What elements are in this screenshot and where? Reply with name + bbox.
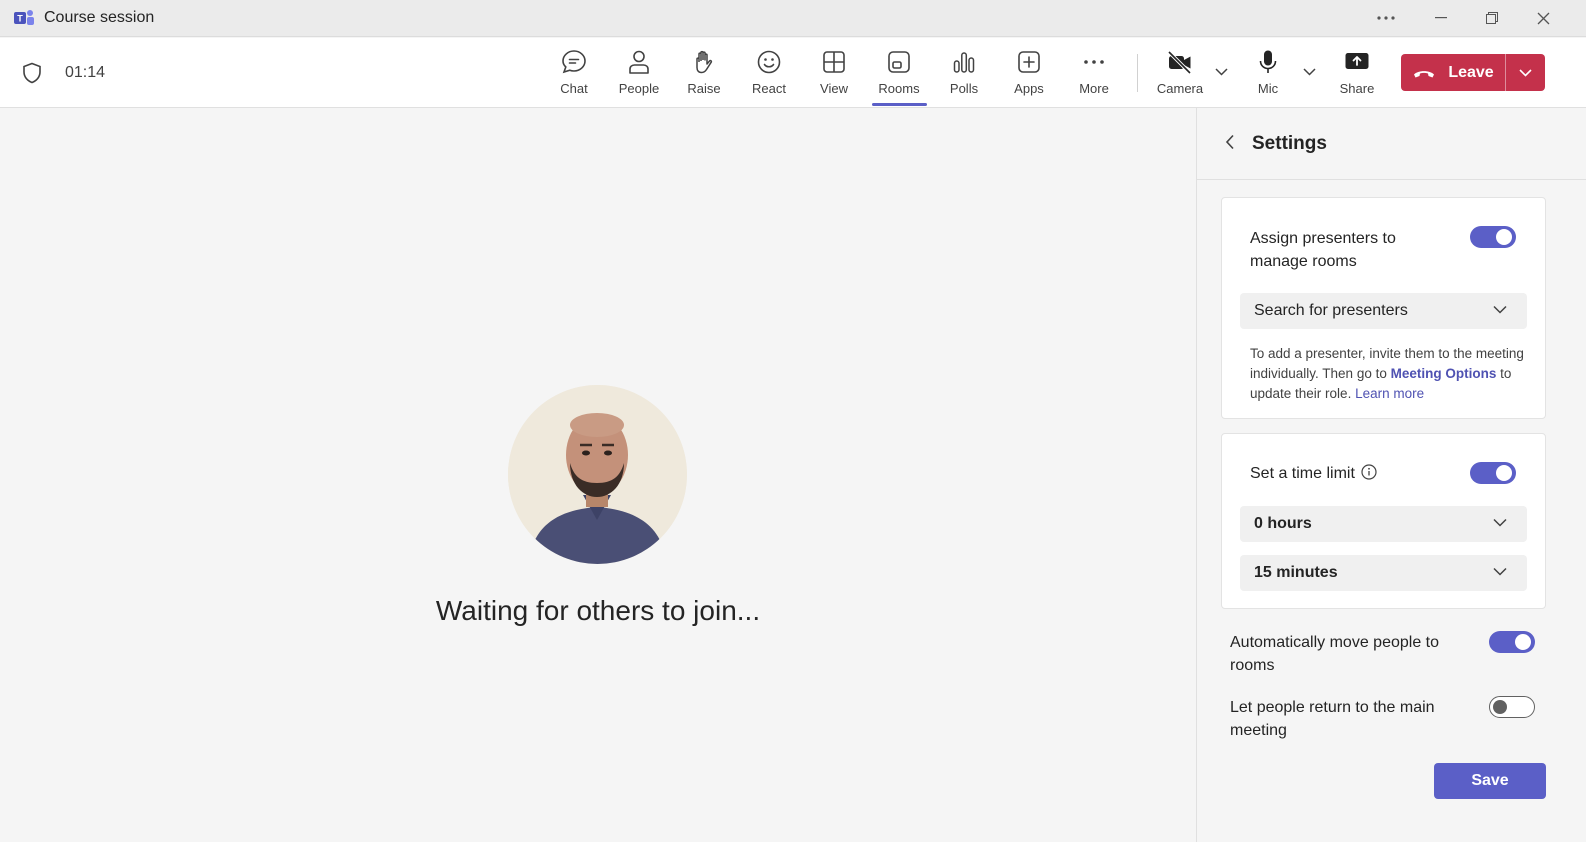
assign-presenters-card: Assign presenters to manage rooms Search…	[1221, 197, 1546, 419]
shield-icon[interactable]	[22, 62, 42, 84]
auto-move-label: Automatically move people to rooms	[1230, 634, 1439, 674]
mic-label: Mic	[1257, 81, 1279, 96]
people-label: People	[618, 81, 660, 96]
svg-text:T: T	[17, 14, 23, 24]
camera-button[interactable]: Camera	[1148, 48, 1212, 104]
save-button[interactable]: Save	[1434, 763, 1546, 799]
hours-dropdown[interactable]: 0 hours	[1240, 506, 1527, 542]
participant-photo	[508, 385, 687, 564]
time-limit-toggle[interactable]	[1470, 462, 1516, 484]
share-icon	[1345, 53, 1369, 69]
view-button[interactable]: View	[802, 48, 866, 104]
camera-off-icon	[1167, 50, 1192, 75]
assign-presenters-label: Assign presenters to manage rooms	[1250, 230, 1396, 270]
mic-options-chevron-icon[interactable]	[1303, 68, 1316, 76]
mic-button[interactable]: Mic	[1236, 48, 1300, 104]
view-grid-icon	[823, 51, 845, 73]
react-button[interactable]: React	[737, 48, 801, 104]
people-button[interactable]: People	[607, 48, 671, 104]
chevron-down-icon	[1493, 305, 1507, 314]
title-bar: T Course session	[0, 0, 1586, 37]
toggle-knob	[1496, 229, 1512, 245]
more-label: More	[1079, 81, 1109, 96]
presenter-help-text: To add a presenter, invite them to the m…	[1250, 344, 1525, 404]
restore-icon[interactable]	[1472, 5, 1512, 31]
minutes-value: 15 minutes	[1254, 564, 1338, 581]
time-limit-label-row: Set a time limit	[1250, 462, 1377, 485]
back-chevron-icon[interactable]	[1225, 134, 1235, 150]
camera-label: Camera	[1156, 81, 1204, 96]
apps-button[interactable]: Apps	[997, 48, 1061, 104]
more-horizontal-icon[interactable]	[1366, 5, 1406, 31]
react-label: React	[752, 81, 786, 96]
meeting-toolbar: 01:14 Chat People Raise React View Rooms…	[0, 38, 1586, 108]
chevron-down-icon	[1493, 518, 1507, 527]
raise-hand-button[interactable]: Raise	[672, 48, 736, 104]
leave-label: Leave	[1448, 63, 1494, 81]
panel-header: Settings	[1197, 108, 1586, 180]
react-smiley-icon	[757, 50, 781, 74]
auto-move-toggle[interactable]	[1489, 631, 1535, 653]
chevron-down-icon	[1493, 567, 1507, 576]
share-button[interactable]: Share	[1325, 48, 1389, 104]
more-button[interactable]: More	[1062, 48, 1126, 104]
time-limit-card: Set a time limit 0 hours 15 minutes	[1221, 433, 1546, 609]
minutes-dropdown[interactable]: 15 minutes	[1240, 555, 1527, 591]
time-limit-label: Set a time limit	[1250, 465, 1355, 482]
toolbar-divider	[1137, 54, 1138, 92]
share-label: Share	[1339, 81, 1375, 96]
rooms-button[interactable]: Rooms	[867, 48, 931, 104]
polls-icon	[953, 52, 975, 73]
waiting-message: Waiting for others to join...	[435, 595, 761, 626]
leave-chevron-down-icon	[1519, 68, 1532, 77]
let-return-toggle[interactable]	[1489, 696, 1535, 718]
learn-more-link[interactable]: Learn more	[1355, 386, 1424, 401]
raise-hand-icon	[696, 50, 713, 74]
polls-label: Polls	[949, 81, 979, 96]
polls-button[interactable]: Polls	[932, 48, 996, 104]
close-icon[interactable]	[1523, 5, 1563, 31]
toggle-knob	[1515, 634, 1531, 650]
meeting-options-link[interactable]: Meeting Options	[1391, 366, 1497, 381]
info-icon[interactable]	[1361, 464, 1377, 480]
rooms-label: Rooms	[878, 81, 920, 96]
minimize-icon[interactable]	[1421, 5, 1461, 31]
rooms-icon	[888, 51, 910, 73]
chat-icon	[562, 50, 586, 74]
settings-panel: Settings Assign presenters to manage roo…	[1196, 108, 1586, 842]
panel-title: Settings	[1252, 133, 1327, 154]
hours-value: 0 hours	[1254, 515, 1312, 532]
toggle-knob	[1493, 700, 1507, 714]
assign-presenters-toggle[interactable]	[1470, 226, 1516, 248]
window-title: Course session	[44, 9, 155, 26]
hang-up-icon	[1414, 70, 1435, 77]
let-return-label: Let people return to the main meeting	[1230, 699, 1435, 739]
apps-icon	[1018, 51, 1040, 73]
people-icon	[629, 50, 649, 74]
view-label: View	[820, 81, 848, 96]
more-icon	[1084, 60, 1104, 64]
search-presenters-placeholder: Search for presenters	[1254, 302, 1408, 319]
mic-icon	[1259, 50, 1277, 73]
chat-button[interactable]: Chat	[542, 48, 606, 104]
apps-label: Apps	[1014, 81, 1044, 96]
active-tab-indicator	[872, 103, 927, 106]
camera-options-chevron-icon[interactable]	[1215, 68, 1228, 76]
participant-avatar	[508, 385, 687, 564]
raise-label: Raise	[687, 81, 721, 96]
leave-button[interactable]: Leave	[1401, 54, 1545, 91]
meeting-timer: 01:14	[65, 64, 106, 81]
meeting-stage: Waiting for others to join...	[0, 108, 1196, 842]
chat-label: Chat	[560, 81, 588, 96]
teams-logo-icon: T	[14, 10, 34, 25]
search-presenters-dropdown[interactable]: Search for presenters	[1240, 293, 1527, 329]
toggle-knob	[1496, 465, 1512, 481]
leave-main[interactable]: Leave	[1401, 54, 1505, 91]
leave-options-button[interactable]	[1506, 54, 1545, 91]
